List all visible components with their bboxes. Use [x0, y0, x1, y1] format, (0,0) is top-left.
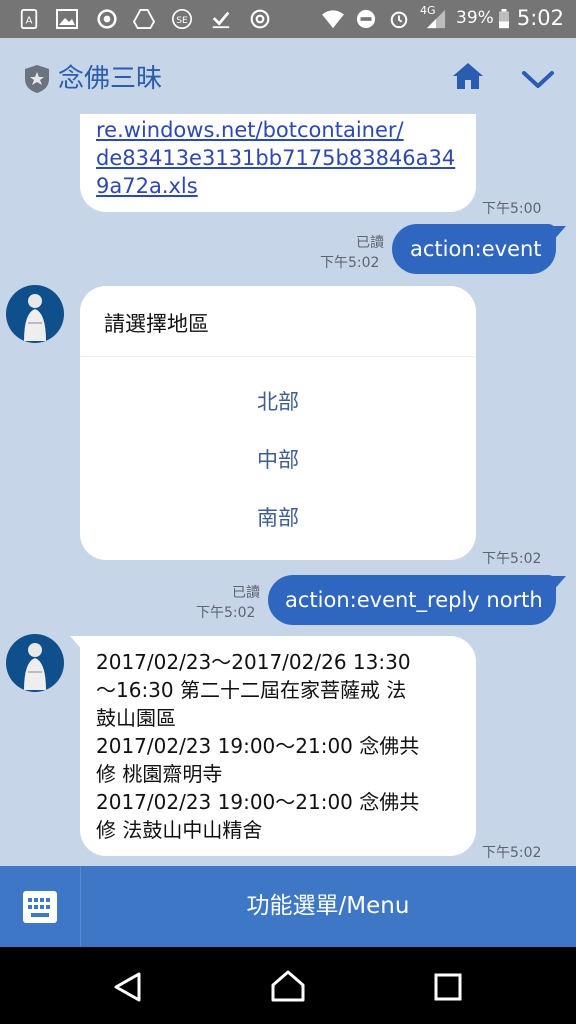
buddha-statue-icon — [24, 643, 46, 690]
svg-text:A: A — [26, 16, 33, 27]
keyboard-toggle-button[interactable] — [0, 866, 81, 947]
outgoing-message-bubble: action:event — [392, 224, 556, 274]
alarm-icon — [390, 11, 408, 29]
target-icon — [97, 9, 117, 29]
option-north[interactable]: 北部 — [80, 386, 476, 416]
message-time: 下午5:02 — [320, 255, 380, 271]
gallery-icon — [56, 9, 78, 29]
read-receipt: 已讀 — [356, 235, 384, 251]
do-not-disturb-icon — [356, 9, 376, 29]
message-time: 下午5:00 — [482, 201, 542, 217]
sim-card-icon: A — [20, 9, 38, 29]
event-line: 2017/02/23 19:00～21:00 念佛共 — [96, 790, 420, 814]
system-nav-bar — [0, 947, 576, 1024]
card-title: 請選擇地區 — [104, 312, 209, 336]
bot-avatar[interactable] — [6, 285, 64, 343]
bot-avatar[interactable] — [6, 634, 64, 692]
card-header: 請選擇地區 — [80, 286, 476, 357]
outgoing-message-bubble: action:event_reply north — [268, 575, 556, 625]
message-time: 下午5:02 — [196, 605, 256, 621]
signal-icon — [426, 9, 446, 29]
event-line: 鼓山園區 — [96, 706, 176, 730]
svg-text:SE: SE — [176, 15, 188, 26]
read-receipt: 已讀 — [232, 585, 260, 601]
wifi-icon — [322, 10, 344, 29]
clock: 5:02 — [516, 6, 564, 30]
keyboard-icon — [23, 891, 57, 923]
bubble-tail — [546, 226, 566, 242]
event-line: 修 桃園齋明寺 — [96, 762, 223, 786]
drive-icon — [132, 9, 156, 29]
bottom-menu-bar: 功能選單/Menu — [0, 866, 576, 947]
chat-title: 念佛三昧 — [58, 64, 163, 94]
battery-percent: 39% — [456, 8, 494, 28]
chevron-down-icon[interactable] — [521, 70, 555, 90]
event-line: 修 法鼓山中山精舍 — [96, 818, 263, 842]
battery-icon — [499, 9, 509, 29]
buddha-statue-icon — [24, 294, 46, 341]
app-icon: SE — [172, 9, 192, 29]
download-done-icon — [212, 11, 230, 29]
option-central[interactable]: 中部 — [80, 444, 476, 474]
home-nav-icon[interactable] — [270, 969, 306, 1003]
event-line: 2017/02/23～2017/02/26 13:30 — [96, 650, 411, 674]
event-line: ～16:30 第二十二屆在家菩薩戒 法 — [96, 678, 407, 702]
message-time: 下午5:02 — [482, 551, 542, 567]
event-line: 2017/02/23 19:00～21:00 念佛共 — [96, 734, 420, 758]
chat-area[interactable]: re.windows.net/botcontainer/ de83413e313… — [0, 114, 576, 866]
outgoing-message-text: action:event — [410, 237, 542, 261]
recent-apps-icon[interactable] — [434, 973, 462, 1001]
attachment-link-line[interactable]: re.windows.net/botcontainer/ — [96, 116, 455, 144]
attachment-link-line[interactable]: 9a72a.xls — [96, 172, 455, 200]
region-select-card: 請選擇地區 北部 中部 南部 — [80, 286, 476, 560]
option-south[interactable]: 南部 — [80, 502, 476, 532]
chrome-icon — [250, 9, 270, 29]
back-icon[interactable] — [112, 971, 144, 1003]
home-icon[interactable] — [452, 62, 484, 90]
attachment-link-line[interactable]: de83413e3131bb7175b83846a34 — [96, 144, 455, 172]
status-bar: A SE 4G 39% 5:02 — [0, 0, 576, 38]
message-time: 下午5:02 — [482, 845, 542, 861]
link-message-bubble: re.windows.net/botcontainer/ de83413e313… — [80, 114, 476, 212]
events-message-bubble: 2017/02/23～2017/02/26 13:30 ～16:30 第二十二屆… — [80, 636, 476, 856]
chat-header: 念佛三昧 — [0, 38, 576, 114]
bubble-tail — [546, 576, 566, 592]
shield-star-icon — [25, 65, 49, 93]
outgoing-message-text: action:event_reply north — [285, 588, 543, 612]
function-menu-button[interactable]: 功能選單/Menu — [80, 866, 576, 947]
